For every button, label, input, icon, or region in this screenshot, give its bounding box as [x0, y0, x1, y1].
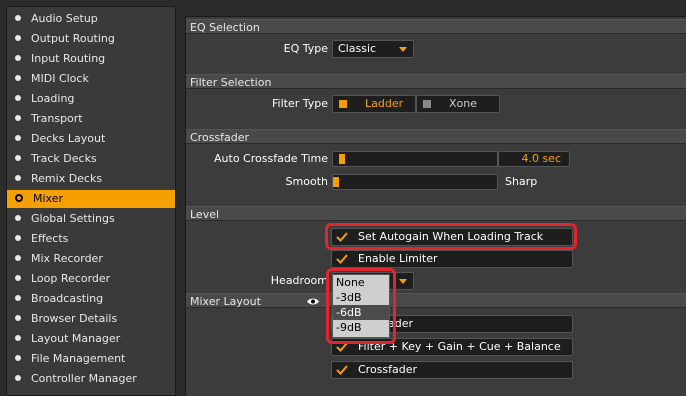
sidebar-item-label: Audio Setup — [31, 12, 98, 25]
auto-crossfade-label: Auto Crossfade Time — [214, 152, 328, 165]
sidebar-item-browser-details[interactable]: Browser Details — [7, 310, 175, 328]
sidebar-item-mixer[interactable]: Mixer — [7, 190, 175, 208]
sidebar-item-midi-clock[interactable]: MIDI Clock — [7, 70, 175, 88]
filter-option-label: Xone — [449, 97, 478, 110]
sidebar-item-label: File Management — [31, 352, 126, 365]
sidebar-item-layout-manager[interactable]: Layout Manager — [7, 330, 175, 348]
sidebar-item-label: Input Routing — [31, 52, 106, 65]
checkmark-icon — [336, 254, 348, 264]
sidebar-item-broadcasting[interactable]: Broadcasting — [7, 290, 175, 308]
slider-handle[interactable] — [339, 154, 345, 164]
eq-type-label: EQ Type — [283, 42, 328, 55]
sidebar-item-label: Decks Layout — [31, 132, 106, 145]
chevron-down-icon — [399, 47, 407, 52]
sidebar-item-label: Effects — [31, 232, 69, 245]
crossfader-header: Crossfader — [186, 129, 686, 144]
auto-crossfade-slider[interactable] — [332, 151, 498, 167]
bullet-icon — [15, 35, 21, 41]
sidebar-item-label: MIDI Clock — [31, 72, 89, 85]
sidebar-item-track-decks[interactable]: Track Decks — [7, 150, 175, 168]
bullet-icon — [15, 315, 21, 321]
filter-option-xone[interactable]: Xone — [416, 95, 500, 113]
sidebar-item-label: Global Settings — [31, 212, 115, 225]
limiter-label: Enable Limiter — [358, 252, 438, 265]
mixer-layout-title: Mixer Layout — [190, 295, 261, 308]
filter-selection-header: Filter Selection — [186, 74, 686, 89]
bullet-icon — [15, 295, 21, 301]
filter-option-ladder[interactable]: Ladder — [332, 95, 416, 113]
bullet-icon — [15, 275, 21, 281]
sidebar-item-label: Layout Manager — [31, 332, 121, 345]
headroom-label: Headroom — [270, 274, 328, 287]
filter-option-label: Ladder — [365, 97, 404, 110]
chevron-down-icon — [399, 279, 407, 284]
checkmark-icon — [336, 365, 348, 375]
bullet-icon — [15, 194, 23, 202]
sidebar-item-remix-decks[interactable]: Remix Decks — [7, 170, 175, 188]
bullet-icon — [15, 355, 21, 361]
bullet-icon — [15, 135, 21, 141]
bullet-icon — [15, 235, 21, 241]
sidebar-item-audio-setup[interactable]: Audio Setup — [7, 10, 175, 28]
crossfader-curve-slider[interactable] — [332, 174, 498, 190]
bullet-icon — [15, 75, 21, 81]
eye-icon[interactable] — [306, 297, 320, 306]
sidebar-item-label: Broadcasting — [31, 292, 104, 305]
sidebar-item-label: Output Routing — [31, 32, 115, 45]
auto-crossfade-value[interactable]: 4.0 sec — [498, 151, 570, 167]
sidebar-item-decks-layout[interactable]: Decks Layout — [7, 130, 175, 148]
eq-selection-header: EQ Selection — [186, 19, 686, 34]
sharp-label: Sharp — [505, 175, 538, 188]
sidebar-item-loading[interactable]: Loading — [7, 90, 175, 108]
bullet-icon — [15, 115, 21, 121]
radio-unselected-icon — [423, 100, 431, 108]
highlight-autogain — [325, 223, 577, 250]
settings-panel: EQ Selection EQ Type Classic Filter Sele… — [185, 16, 686, 396]
bullet-icon — [15, 215, 21, 221]
sidebar-item-label: Browser Details — [31, 312, 118, 325]
sidebar-item-input-routing[interactable]: Input Routing — [7, 50, 175, 68]
eq-type-dropdown[interactable]: Classic — [332, 40, 414, 58]
layout-row-3-label: Crossfader — [358, 363, 418, 376]
sidebar-item-global-settings[interactable]: Global Settings — [7, 210, 175, 228]
eq-type-value: Classic — [338, 42, 377, 55]
bullet-icon — [15, 155, 21, 161]
bullet-icon — [15, 375, 21, 381]
bullet-icon — [15, 55, 21, 61]
sidebar-item-label: Remix Decks — [31, 172, 103, 185]
layout-crossfader-row[interactable]: Crossfader — [331, 361, 573, 379]
mixer-layout-header: Mixer Layout — [186, 293, 686, 308]
sidebar-item-output-routing[interactable]: Output Routing — [7, 30, 175, 48]
sidebar: Audio Setup Output Routing Input Routing MI… — [6, 6, 176, 396]
filter-type-label: Filter Type — [271, 97, 328, 110]
sidebar-item-effects[interactable]: Effects — [7, 230, 175, 248]
sidebar-item-transport[interactable]: Transport — [7, 110, 175, 128]
slider-handle[interactable] — [333, 177, 339, 187]
sidebar-item-label: Loading — [31, 92, 75, 105]
bullet-icon — [15, 15, 21, 21]
sidebar-item-controller-manager[interactable]: Controller Manager — [7, 370, 175, 388]
sidebar-item-label: Mixer — [33, 192, 64, 205]
level-header: Level — [186, 206, 686, 221]
sidebar-item-label: Controller Manager — [31, 372, 137, 385]
sidebar-item-label: Loop Recorder — [31, 272, 111, 285]
sidebar-item-label: Mix Recorder — [31, 252, 103, 265]
sidebar-item-loop-recorder[interactable]: Loop Recorder — [7, 270, 175, 288]
bullet-icon — [15, 175, 21, 181]
bullet-icon — [15, 335, 21, 341]
sidebar-item-mix-recorder[interactable]: Mix Recorder — [7, 250, 175, 268]
highlight-headroom-popup — [326, 268, 396, 344]
sidebar-item-label: Track Decks — [31, 152, 97, 165]
radio-selected-icon — [339, 100, 347, 108]
smooth-label: Smooth — [285, 175, 328, 188]
bullet-icon — [15, 95, 21, 101]
sidebar-item-label: Transport — [31, 112, 83, 125]
limiter-checkbox[interactable]: Enable Limiter — [331, 250, 573, 268]
bullet-icon — [15, 255, 21, 261]
sidebar-item-file-management[interactable]: File Management — [7, 350, 175, 368]
